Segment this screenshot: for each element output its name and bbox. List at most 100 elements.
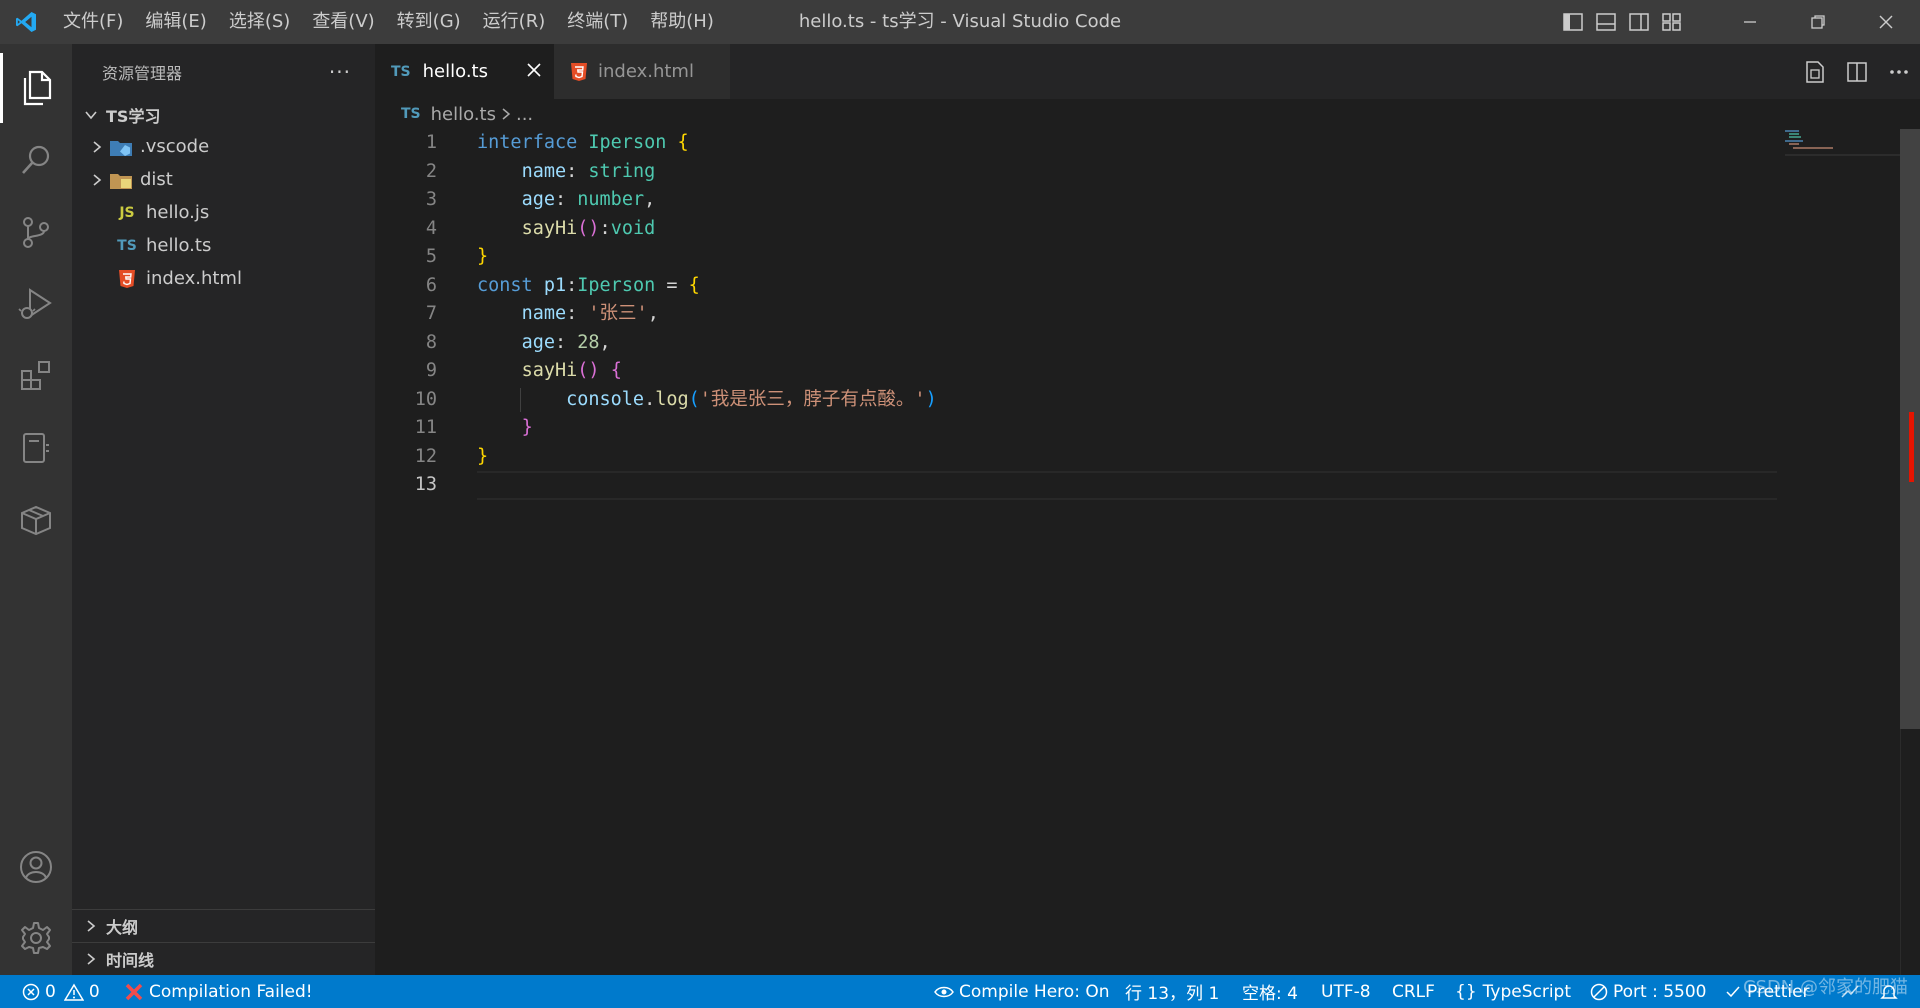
compilation-status[interactable]: Compilation Failed! — [124, 975, 313, 1008]
menu-item[interactable]: 终端(T) — [556, 0, 639, 44]
remote-explorer-icon[interactable] — [0, 413, 72, 483]
tab-label: index.html — [598, 61, 694, 82]
code-token: : — [599, 217, 611, 239]
line-ending[interactable]: CRLF — [1392, 975, 1435, 1008]
sidebar-title: 资源管理器 — [102, 64, 183, 83]
breadcrumb-file[interactable]: hello.ts — [431, 104, 496, 125]
code-token: () — [577, 360, 600, 381]
menu-item[interactable]: 查看(V) — [301, 0, 385, 44]
code-text: age: 28, — [477, 329, 611, 358]
code-token: : — [554, 331, 578, 353]
line-number: 1 — [425, 132, 437, 153]
eye-icon — [934, 986, 954, 997]
cross-mark-icon — [125, 983, 143, 1000]
more-actions-icon[interactable]: ··· — [329, 60, 351, 84]
toggle-primary-sidebar-icon[interactable] — [1556, 0, 1589, 44]
code-token: ) — [925, 388, 937, 410]
menu-item[interactable]: 选择(S) — [218, 0, 301, 44]
encoding[interactable]: UTF-8 — [1321, 975, 1371, 1008]
live-server-port-label: Port : 5500 — [1613, 981, 1707, 1002]
tree-folder-vscode[interactable]: .vscode — [72, 130, 375, 163]
code-token: { — [610, 360, 622, 381]
open-preview-icon[interactable] — [1794, 44, 1836, 99]
extensions-icon[interactable] — [0, 341, 72, 411]
outline-section[interactable]: 大纲 — [72, 909, 375, 942]
code-token: { — [688, 274, 700, 296]
line-number: 11 — [414, 417, 437, 438]
workspace-root[interactable]: TS学习 — [72, 100, 375, 130]
cursor-position[interactable]: 行 13，列 1 — [1125, 975, 1219, 1008]
code-token: age — [521, 189, 555, 210]
compilation-status-label: Compilation Failed! — [149, 981, 313, 1002]
code-text: } — [477, 414, 533, 443]
workspace-root-label: TS学习 — [106, 107, 161, 126]
code-text: age: number, — [477, 186, 656, 215]
code-editor[interactable]: 1 interface Iperson {2 name: string 3 age:… — [375, 129, 1900, 975]
manage-gear-icon[interactable] — [0, 903, 72, 973]
code-text: name: string — [477, 158, 656, 187]
tab-hello-ts[interactable]: TS hello.ts — [375, 44, 554, 99]
code-text: const p1:Iperson = { — [477, 272, 700, 301]
source-control-icon[interactable] — [0, 197, 72, 267]
tree-file-index-html[interactable]: index.html — [72, 262, 375, 295]
editor-tab-bar: TS hello.ts index.html — [375, 44, 1920, 99]
watermark: CSDN @邻家的肥猫 — [1742, 976, 1908, 998]
code-line: 8 age: 28, — [375, 329, 1900, 358]
breadcrumb-symbol[interactable]: ... — [516, 104, 533, 125]
menu-item[interactable]: 帮助(H) — [639, 0, 725, 44]
minimize-icon[interactable] — [1716, 0, 1784, 44]
tree-file-hello-ts[interactable]: TS hello.ts — [72, 229, 375, 262]
vscode-logo-icon — [0, 0, 52, 44]
vscode-folder-icon — [108, 137, 134, 157]
menu-bar: 文件(F) 编辑(E) 选择(S) 查看(V) 转到(G) 运行(R) 终端(T) 帮助(H) — [52, 0, 725, 44]
language-mode[interactable]: {} TypeScript — [1455, 975, 1571, 1008]
tree-file-hello-js[interactable]: JS hello.js — [72, 196, 375, 229]
chevron-right-icon — [86, 173, 108, 187]
javascript-file-icon: JS — [119, 204, 135, 221]
typescript-file-icon: TS — [117, 237, 137, 254]
menu-item[interactable]: 转到(G) — [386, 0, 472, 44]
code-text: sayHi() { — [477, 357, 622, 386]
restore-icon[interactable] — [1784, 0, 1852, 44]
run-debug-icon[interactable] — [0, 269, 72, 339]
search-icon[interactable] — [0, 125, 72, 195]
code-text: } — [477, 243, 488, 272]
explorer-icon[interactable] — [0, 53, 72, 123]
toggle-secondary-sidebar-icon[interactable] — [1622, 0, 1655, 44]
code-line: 7 name: '张三', — [375, 300, 1900, 329]
menu-item[interactable]: 文件(F) — [52, 0, 134, 44]
chevron-right-icon — [80, 952, 102, 966]
timeline-section[interactable]: 时间线 — [72, 942, 375, 975]
code-token: p1 — [543, 274, 567, 296]
live-server-port[interactable]: Port : 5500 — [1590, 975, 1707, 1008]
tab-index-html[interactable]: index.html — [554, 44, 730, 99]
package-icon[interactable] — [0, 485, 72, 555]
line-number: 13 — [414, 474, 437, 495]
compile-hero-toggle[interactable]: Compile Hero: On — [934, 975, 1109, 1008]
more-actions-icon[interactable] — [1878, 44, 1920, 99]
indentation[interactable]: 空格: 4 — [1242, 975, 1298, 1008]
accounts-icon[interactable] — [0, 832, 72, 902]
tab-close-icon[interactable] — [526, 62, 542, 83]
menu-item[interactable]: 编辑(E) — [134, 0, 217, 44]
outline-section-label: 大纲 — [106, 918, 139, 937]
close-icon[interactable] — [1852, 0, 1920, 44]
minimap[interactable] — [1785, 129, 1900, 159]
menu-item[interactable]: 运行(R) — [472, 0, 557, 44]
line-number: 3 — [425, 189, 437, 210]
problems-indicator[interactable]: 0 0 — [22, 975, 100, 1008]
tree-item-label: .vscode — [140, 136, 210, 157]
chevron-right-icon — [500, 107, 512, 121]
chevron-right-icon — [80, 919, 102, 933]
toggle-panel-icon[interactable] — [1589, 0, 1622, 44]
code-token: } — [477, 246, 489, 267]
tree-item-label: hello.js — [146, 202, 210, 223]
split-editor-icon[interactable] — [1836, 44, 1878, 99]
customize-layout-icon[interactable] — [1655, 0, 1688, 44]
tree-folder-dist[interactable]: dist — [72, 163, 375, 196]
